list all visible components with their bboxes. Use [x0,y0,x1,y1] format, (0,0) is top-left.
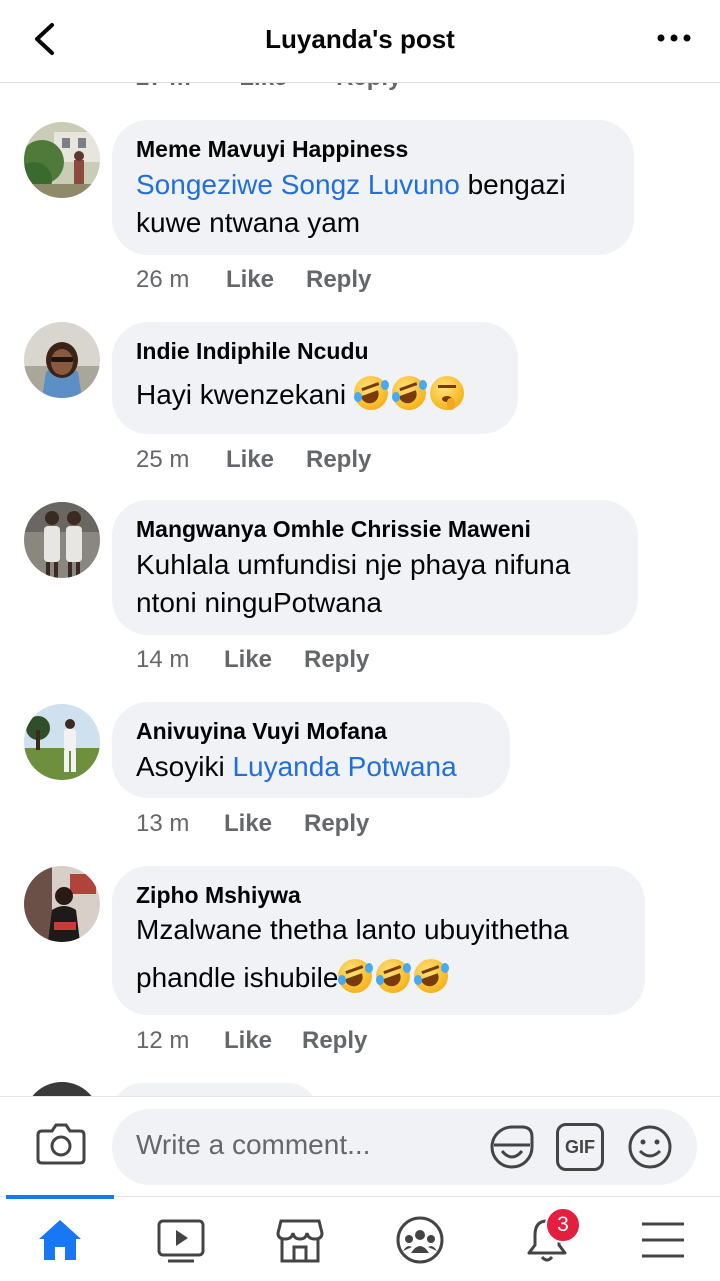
home-icon[interactable] [35,1215,85,1265]
reply-button[interactable]: Reply [306,266,371,294]
comment-author[interactable]: Meme Mavuyi Happiness [136,134,612,164]
menu-icon[interactable] [638,1215,688,1265]
reply-button[interactable]: Reply [302,1027,367,1055]
reply-button[interactable]: Reply [304,810,369,838]
comment-text: Kuhlala umfundisi nje phaya nifuna ntoni… [136,549,571,618]
comment-author[interactable]: Anivuyina Vuyi Mofana [136,716,488,746]
avatar[interactable] [24,866,100,942]
comment-text: Mzalwane thetha lanto ubuyithetha phandl… [136,906,616,1002]
comment-body: Hayi kwenzekani [136,379,347,410]
camera-icon[interactable] [36,1121,86,1165]
comment-text: Hayi kwenzekani [136,376,496,414]
rofl-emoji-icon [414,959,450,993]
marketplace-icon[interactable] [275,1215,325,1265]
groups-icon[interactable] [395,1215,445,1265]
more-dots-icon[interactable] [656,28,692,48]
gif-icon[interactable]: GIF [556,1123,604,1171]
comment-bubble[interactable]: Anivuyina Vuyi Mofana Asoyiki Luyanda Po… [112,702,510,798]
next-comment-peek [0,1080,720,1096]
like-button[interactable]: Like [224,646,304,674]
notification-badge: 3 [545,1207,581,1243]
comment-actions: 12 m Like Reply [136,1027,367,1055]
avatar[interactable] [24,122,100,198]
avatar[interactable] [24,704,100,780]
page-title: Luyanda's post [265,24,455,54]
comment-bubble[interactable]: Meme Mavuyi Happiness Songeziwe Songz Lu… [112,120,634,255]
rofl-emoji-icon [353,376,389,410]
mention-link[interactable]: Songeziwe Songz Luvuno [136,169,460,200]
like-button[interactable]: Like [226,266,306,294]
comment-bubble[interactable]: Zipho Mshiywa Mzalwane thetha lanto ubuy… [112,866,645,1015]
avatar[interactable] [24,502,100,578]
comment-actions: 25 m Like Reply [136,446,371,474]
comment-time: 14 m [136,646,190,673]
comment-time: 25 m [136,446,190,473]
bottom-tab-bar: 3 [0,1195,720,1281]
like-button[interactable]: Like [224,1027,302,1055]
comment-time: 13 m [136,810,190,837]
mention-link[interactable]: Luyanda Potwana [232,751,456,782]
rofl-emoji-icon [376,959,412,993]
rofl-emoji-icon [391,376,427,410]
comment-body: Asoyiki [136,751,233,782]
comment-text: Songeziwe Songz Luvuno bengazi kuwe ntwa… [136,166,612,242]
like-button[interactable]: Like [224,810,304,838]
avatar[interactable] [24,322,100,398]
comment-actions: 26 m Like Reply [136,266,371,294]
rofl-emoji-icon [338,959,374,993]
sticker-icon[interactable] [488,1123,536,1171]
active-tab-indicator [6,1195,114,1199]
reply-button[interactable]: Reply [306,446,371,474]
comment-actions: 14 m Like Reply [136,646,369,674]
comment-composer: Write a comment... GIF [0,1096,720,1197]
reply-button[interactable]: Reply [304,646,369,674]
comment-bubble [112,1083,318,1096]
comment-text: Asoyiki Luyanda Potwana [136,748,488,786]
comment-actions: 13 m Like Reply [136,810,369,838]
comment-author[interactable]: Indie Indiphile Ncudu [136,336,496,366]
comment-time: 12 m [136,1027,190,1054]
comment-input-placeholder: Write a comment... [136,1129,371,1160]
comment-time: 26 m [136,266,190,293]
like-button[interactable]: Like [226,446,306,474]
avatar [24,1082,100,1096]
shushing-face-emoji-icon [429,376,464,410]
top-bar: Luyanda's post [0,0,720,83]
comment-bubble[interactable]: Indie Indiphile Ncudu Hayi kwenzekani [112,322,518,434]
comment-bubble[interactable]: Mangwanya Omhle Chrissie Maweni Kuhlala … [112,500,638,635]
video-icon[interactable] [156,1215,206,1265]
comment-input[interactable]: Write a comment... GIF [112,1109,697,1185]
comment-author[interactable]: Mangwanya Omhle Chrissie Maweni [136,514,616,544]
emoji-icon[interactable] [626,1123,674,1171]
gif-label: GIF [565,1137,595,1157]
